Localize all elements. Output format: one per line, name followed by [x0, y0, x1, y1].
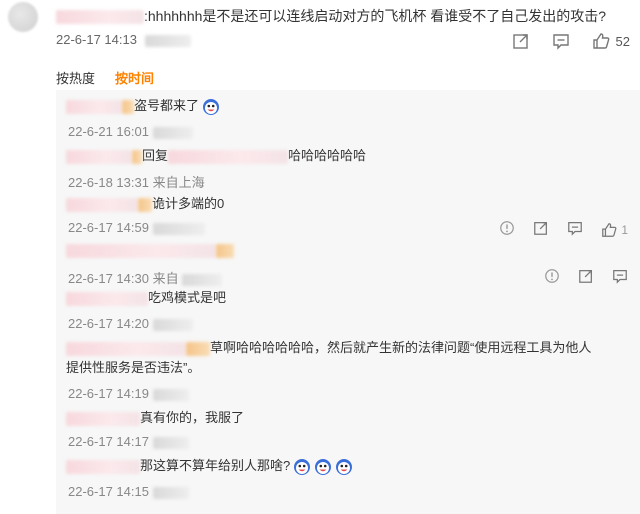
- redacted-username[interactable]: [66, 459, 140, 474]
- redacted-username[interactable]: [66, 341, 186, 356]
- reply-text-line2: 提供性服务是否违法”。: [66, 360, 201, 375]
- report-icon[interactable]: [544, 268, 560, 287]
- replies-panel: 盗号都来了 22-6-21 16:01 回复 哈哈哈哈哈哈 22-6-18 13:…: [56, 90, 640, 514]
- reply-actions: [544, 268, 628, 287]
- sort-tabs: 按热度 按时间: [56, 68, 155, 92]
- share-icon[interactable]: [512, 32, 530, 50]
- reply-date: 22-6-18 13:31: [68, 175, 149, 190]
- reply-date: 22-6-21 16:01: [68, 124, 149, 139]
- like-button[interactable]: 52: [592, 32, 630, 50]
- emoji-face-icon: [202, 98, 220, 116]
- reply-prefix: 回复: [142, 148, 169, 163]
- emoji-face-icon: [314, 458, 332, 476]
- redacted-location: [144, 34, 191, 47]
- like-count: 52: [615, 33, 630, 49]
- redacted-username[interactable]: [66, 197, 138, 212]
- reply-text: 吃鸡模式是吧: [148, 290, 227, 305]
- reply-date: 22-6-17 14:59: [68, 220, 149, 235]
- reply-date: 22-6-17 14:15: [68, 484, 149, 499]
- redacted-username[interactable]: [56, 10, 144, 25]
- like-count: 1: [621, 222, 628, 237]
- like-icon[interactable]: [592, 32, 610, 50]
- reply-text: 诡计多端的0: [152, 196, 225, 211]
- top-comment-date: 22-6-17 14:13: [56, 32, 137, 47]
- reply-date: 22-6-17 14:19: [68, 386, 149, 401]
- tab-by-time[interactable]: 按时间: [115, 68, 155, 92]
- reply-date: 22-6-17 14:17: [68, 434, 149, 449]
- report-icon[interactable]: [499, 220, 515, 239]
- redacted-username[interactable]: [66, 243, 216, 258]
- comment-icon[interactable]: [612, 268, 628, 287]
- like-button[interactable]: 1: [601, 222, 628, 238]
- top-comment-text: :hhhhhhh是不是还可以连线启动对方的飞机杯 看谁受不了自己发出的攻击?: [144, 8, 607, 24]
- share-icon[interactable]: [533, 220, 549, 239]
- reply-text: 盗号都来了: [134, 98, 200, 113]
- reply-date: 22-6-17 14:20: [68, 316, 149, 331]
- reply-text: 哈哈哈哈哈哈: [288, 148, 367, 163]
- reply-text: 草啊哈哈哈哈哈哈，然后就产生新的法律问题“使用远程工具为他人: [210, 340, 592, 355]
- reply-date: 22-6-17 14:30: [68, 271, 149, 286]
- redacted-username[interactable]: [66, 411, 140, 426]
- redacted-username[interactable]: [66, 99, 122, 114]
- reply-location: 来自上海: [152, 175, 205, 190]
- redacted-reply-target[interactable]: [168, 149, 289, 164]
- reply-location: 来自: [152, 271, 179, 286]
- top-comment: :hhhhhhh是不是还可以连线启动对方的飞机杯 看谁受不了自己发出的攻击? 2…: [0, 0, 640, 60]
- redacted-username[interactable]: [66, 291, 148, 306]
- like-icon: [601, 222, 617, 238]
- reply-text: 那这算不算年给别人那啥?: [140, 458, 291, 473]
- tab-by-popularity[interactable]: 按热度: [56, 68, 95, 92]
- comment-icon[interactable]: [567, 220, 583, 239]
- emoji-face-icon: [293, 458, 311, 476]
- comment-icon[interactable]: [552, 32, 570, 50]
- top-comment-actions: 52: [512, 32, 630, 50]
- reply-text: 真有你的，我服了: [140, 410, 245, 425]
- redacted-username[interactable]: [66, 149, 132, 164]
- emoji-face-icon: [335, 458, 353, 476]
- reply-actions: 1: [499, 220, 628, 239]
- avatar[interactable]: [8, 2, 38, 32]
- share-icon[interactable]: [578, 268, 594, 287]
